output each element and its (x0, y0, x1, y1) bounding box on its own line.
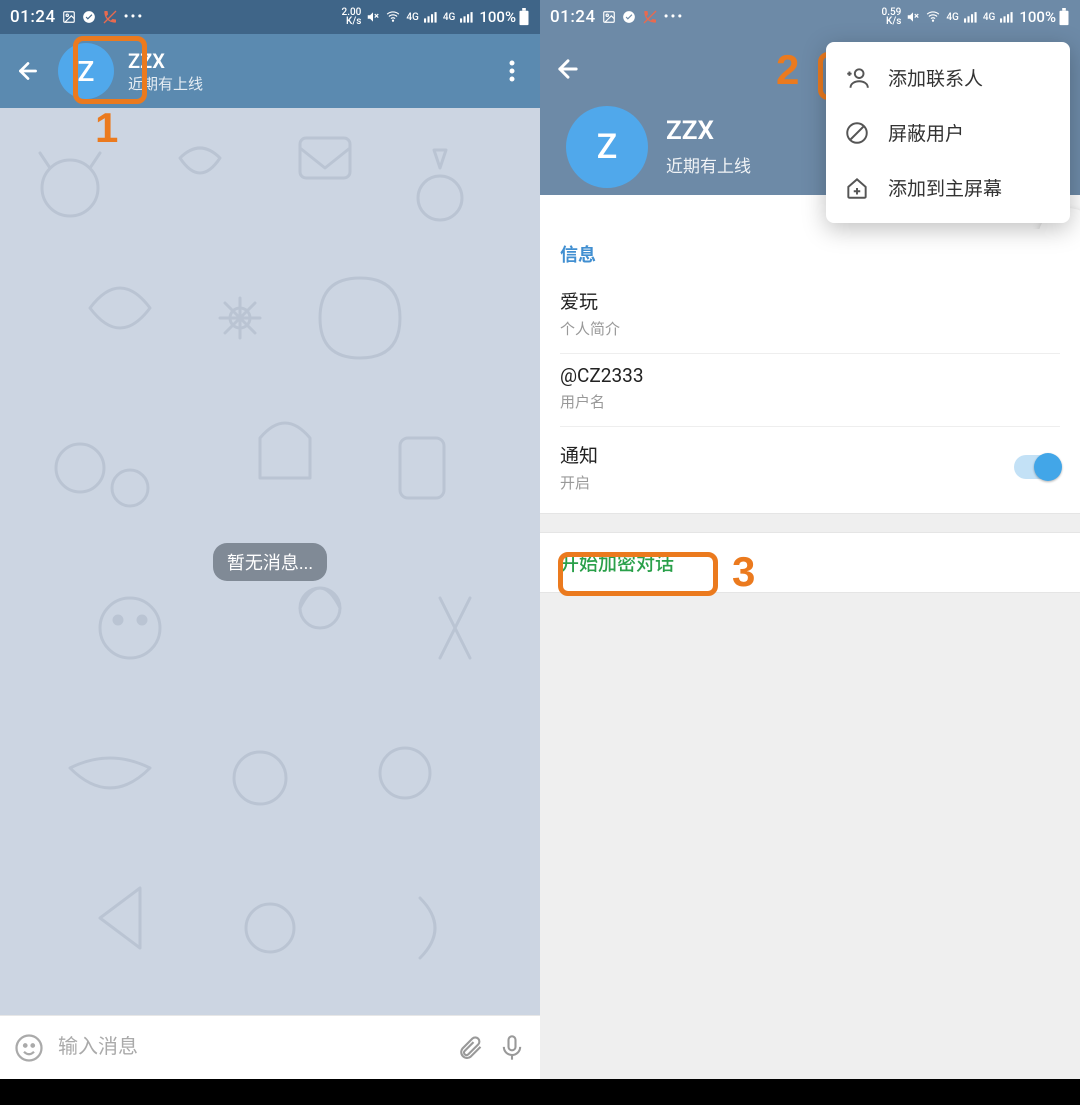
emoji-icon[interactable] (14, 1033, 44, 1063)
menu-add-contact-label: 添加联系人 (888, 64, 983, 91)
bio-label: 个人简介 (560, 318, 1060, 339)
call-blocked-icon (642, 9, 658, 25)
profile-subtitle: 近期有上线 (666, 152, 751, 177)
chat-body[interactable]: 暂无消息... (0, 108, 540, 1015)
net-speed: 2.00K/s (342, 8, 362, 26)
chat-header: Z ZZX 近期有上线 (0, 34, 540, 108)
info-section: 信息 爱玩 个人简介 @CZ2333 用户名 通知 开启 (540, 229, 1080, 514)
chat-title-block[interactable]: ZZX 近期有上线 (128, 49, 203, 94)
notifications-toggle[interactable] (1014, 455, 1060, 479)
wifi-icon (925, 8, 941, 27)
signal-4g-label-2: 4G (443, 12, 456, 23)
status-time: 01:24 (10, 7, 56, 27)
menu-add-to-home-label: 添加到主屏幕 (888, 174, 1002, 201)
signal-4g-label-1: 4G (406, 12, 419, 23)
profile-name: ZZX (666, 116, 714, 146)
add-contact-icon (844, 65, 870, 91)
menu-add-contact[interactable]: 添加联系人 (826, 50, 1070, 105)
more-button[interactable] (496, 51, 528, 91)
menu-block-user-label: 屏蔽用户 (888, 119, 964, 146)
overflow-menu: 添加联系人 屏蔽用户 添加到主屏幕 (826, 42, 1070, 223)
signal-bars-icon (964, 8, 978, 27)
chat-subtitle: 近期有上线 (128, 73, 203, 94)
username-row[interactable]: @CZ2333 用户名 (560, 354, 1060, 427)
status-more-icon: ••• (124, 9, 145, 25)
username-label: 用户名 (560, 391, 1060, 412)
background-doodles (0, 108, 540, 1008)
avatar[interactable]: Z (58, 43, 114, 99)
back-button[interactable] (554, 55, 582, 87)
profile-content[interactable]: 信息 爱玩 个人简介 @CZ2333 用户名 通知 开启 (540, 229, 1080, 1079)
secret-chat-label: 开始加密对话 (560, 552, 674, 575)
signal-bars-icon-2 (1000, 8, 1014, 27)
block-icon (844, 120, 870, 146)
status-time: 01:24 (550, 7, 596, 27)
signal-bars-icon (424, 8, 438, 27)
nav-strip (540, 1079, 1080, 1105)
menu-add-to-home[interactable]: 添加到主屏幕 (826, 160, 1070, 215)
start-secret-chat[interactable]: 开始加密对话 (540, 532, 1080, 593)
battery-indicator: 100% (479, 8, 530, 26)
section-title: 信息 (560, 241, 1060, 267)
notif-title: 通知 (560, 441, 598, 468)
notifications-row[interactable]: 通知 开启 (560, 427, 1060, 509)
message-input-bar (0, 1015, 540, 1079)
nav-strip (0, 1079, 540, 1105)
mic-icon[interactable] (498, 1034, 526, 1062)
status-more-icon: ••• (664, 9, 685, 25)
signal-4g-label-1: 4G (946, 12, 959, 23)
chat-name: ZZX (128, 49, 203, 73)
mute-icon (366, 10, 380, 24)
signal-4g-label-2: 4G (983, 12, 996, 23)
menu-block-user[interactable]: 屏蔽用户 (826, 105, 1070, 160)
net-speed: 0.59K/s (882, 8, 902, 26)
back-button[interactable] (12, 55, 44, 87)
signal-bars-icon-2 (460, 8, 474, 27)
notif-state: 开启 (560, 472, 598, 493)
avatar[interactable]: Z (566, 106, 648, 188)
avatar-letter: Z (78, 55, 95, 88)
picture-icon (602, 10, 616, 24)
attach-icon[interactable] (456, 1034, 484, 1062)
check-icon (82, 10, 96, 24)
home-plus-icon (844, 175, 870, 201)
message-input[interactable] (58, 1036, 442, 1059)
status-bar: 01:24 ••• 2.00K/s 4G (0, 0, 540, 34)
call-blocked-icon (102, 9, 118, 25)
bio-row[interactable]: 爱玩 个人简介 (560, 277, 1060, 354)
check-icon (622, 10, 636, 24)
wifi-icon (385, 8, 401, 27)
username-value: @CZ2333 (560, 364, 1060, 387)
mute-icon (906, 10, 920, 24)
bio-value: 爱玩 (560, 287, 1060, 314)
status-bar: 01:24 ••• 0.59K/s 4G 4G 100 (540, 0, 1080, 34)
battery-indicator: 100% (1019, 8, 1070, 26)
picture-icon (62, 10, 76, 24)
avatar-letter: Z (597, 127, 618, 167)
